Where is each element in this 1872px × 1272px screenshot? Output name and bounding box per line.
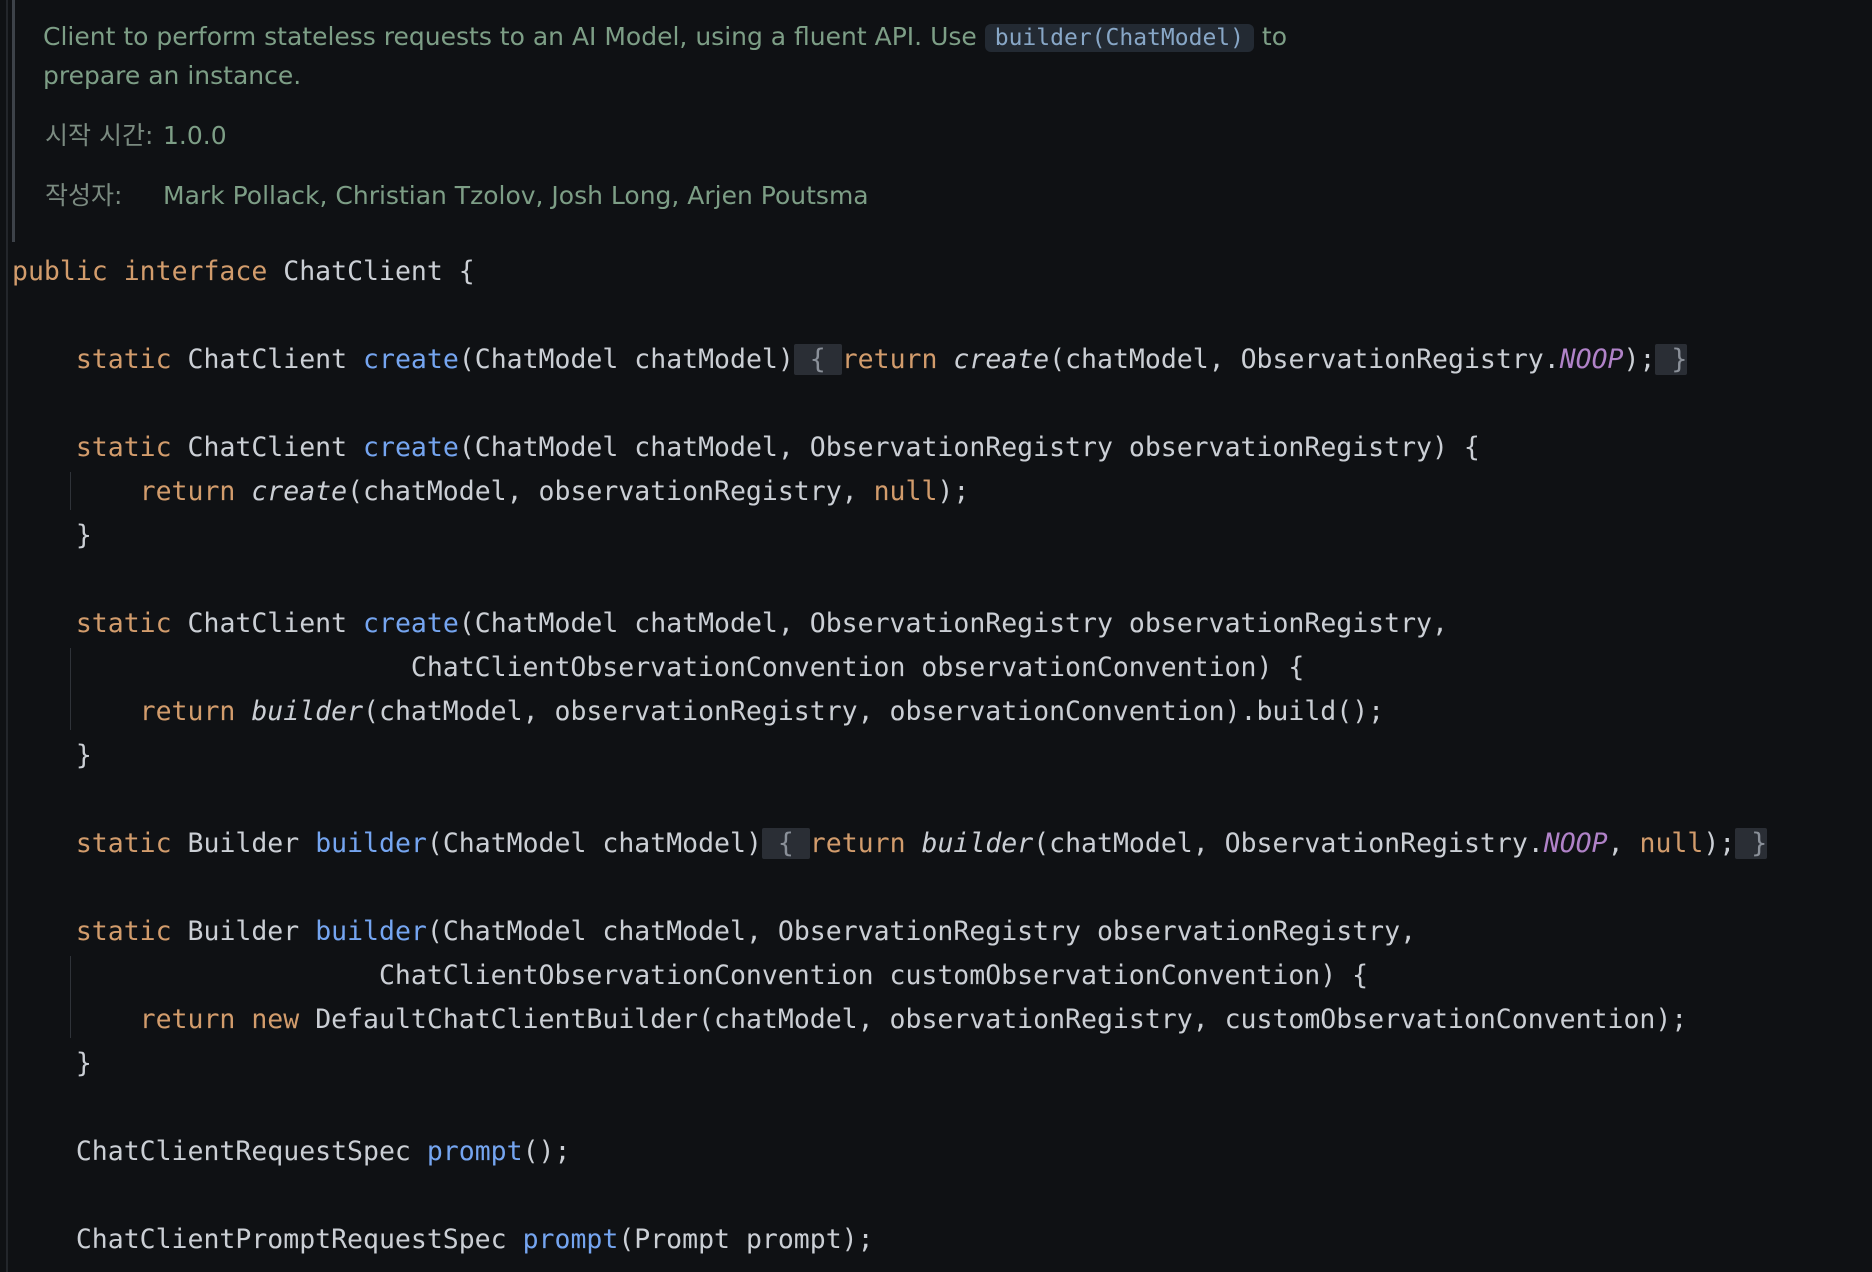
type-name: Builder	[187, 828, 300, 859]
params: (ChatModel chatModel)	[458, 344, 794, 375]
javadoc-since-row: 시작 시간: 1.0.0	[45, 116, 227, 152]
kw-static: static	[75, 344, 172, 375]
method-name: prompt	[522, 1224, 619, 1255]
kw-new: new	[251, 1004, 300, 1035]
type-name: ChatClient	[187, 608, 348, 639]
code-line-7[interactable]: ChatClientObservationConvention observat…	[12, 648, 1304, 688]
method-name: builder	[315, 916, 427, 947]
author-label: 작성자:	[45, 181, 123, 210]
kw-return: return	[139, 696, 236, 727]
code-line-2[interactable]: static ChatClient create(ChatModel chatM…	[12, 340, 1688, 380]
args: (chatModel, observationRegistry,	[347, 476, 874, 507]
code-line-16[interactable]: ChatClientPromptRequestSpec prompt(Promp…	[12, 1220, 874, 1260]
code-line-3[interactable]: static ChatClient create(ChatModel chatM…	[12, 428, 1480, 468]
method-name: create	[363, 432, 459, 463]
code-line-5[interactable]: }	[12, 516, 92, 556]
javadoc-desc-text: Client to perform stateless requests to …	[43, 22, 985, 51]
javadoc-author-row: 작성자: Mark Pollack, Christian Tzolov, Josh…	[45, 176, 869, 212]
args: (chatModel, ObservationRegistry.	[1033, 828, 1544, 859]
javadoc-link-builder[interactable]: builder(ChatModel)	[984, 24, 1254, 52]
author-value: Mark Pollack, Christian Tzolov, Josh Lon…	[163, 181, 869, 210]
args-sep: ,	[1607, 828, 1640, 859]
call-name: builder	[251, 696, 364, 727]
params: (ChatModel chatModel, ObservationRegistr…	[426, 916, 1417, 947]
fold-close[interactable]: }	[1655, 344, 1688, 375]
kw-static: static	[75, 432, 172, 463]
kw-return: return	[841, 344, 938, 375]
const-noop: NOOP	[1559, 344, 1624, 375]
brace-close: }	[75, 1048, 92, 1079]
type-name: ChatClientRequestSpec	[75, 1136, 411, 1167]
kw-interface: interface	[123, 256, 268, 287]
params: (ChatModel chatModel, ObservationRegistr…	[458, 432, 1480, 463]
kw-static: static	[75, 608, 172, 639]
code-line-10[interactable]: static Builder builder(ChatModel chatMod…	[12, 824, 1768, 864]
kw-return: return	[809, 828, 906, 859]
type-name: ChatClientPromptRequestSpec	[75, 1224, 507, 1255]
code-line-9[interactable]: }	[12, 736, 92, 776]
code-line-15[interactable]: ChatClientRequestSpec prompt();	[12, 1132, 571, 1172]
args: (chatModel, observationRegistry, observa…	[363, 696, 1385, 727]
brace-close: }	[75, 740, 92, 771]
code-line-13[interactable]: return new DefaultChatClientBuilder(chat…	[12, 1000, 1688, 1040]
code-line-14[interactable]: }	[12, 1044, 92, 1084]
javadoc-description: Client to perform stateless requests to …	[43, 18, 1343, 95]
args: (chatModel, ObservationRegistry.	[1049, 344, 1560, 375]
params: ();	[522, 1136, 571, 1167]
brace-close: }	[75, 520, 92, 551]
since-label: 시작 시간:	[45, 121, 154, 150]
code-line-4[interactable]: return create(chatModel, observationRegi…	[12, 472, 970, 512]
kw-null: null	[1639, 828, 1704, 859]
kw-static: static	[75, 916, 172, 947]
call-name: create	[953, 344, 1050, 375]
kw-static: static	[75, 828, 172, 859]
const-noop: NOOP	[1543, 828, 1608, 859]
editor-gutter-line	[6, 0, 8, 1272]
method-name: create	[363, 344, 459, 375]
call-name: create	[251, 476, 348, 507]
code-line-11[interactable]: static Builder builder(ChatModel chatMod…	[12, 912, 1416, 952]
type-name: ChatClient	[187, 432, 348, 463]
code-line-12[interactable]: ChatClientObservationConvention customOb…	[12, 956, 1368, 996]
args-end: );	[1703, 828, 1736, 859]
fold-open[interactable]: {	[761, 828, 810, 859]
args-end: );	[1623, 344, 1656, 375]
code-line-1[interactable]: public interface ChatClient {	[12, 252, 475, 292]
kw-return: return	[139, 476, 236, 507]
method-name: create	[363, 608, 459, 639]
params-continued: ChatClientObservationConvention observat…	[410, 652, 1305, 683]
kw-public: public	[12, 256, 108, 287]
constructor-call: DefaultChatClientBuilder(chatModel, obse…	[315, 1004, 1688, 1035]
fold-close[interactable]: }	[1735, 828, 1768, 859]
type-name: Builder	[187, 916, 300, 947]
params: (ChatModel chatModel, ObservationRegistr…	[458, 608, 1448, 639]
since-value: 1.0.0	[163, 121, 227, 150]
params-continued: ChatClientObservationConvention customOb…	[378, 960, 1369, 991]
javadoc-panel: Client to perform stateless requests to …	[12, 0, 1415, 242]
interface-name: ChatClient {	[283, 256, 475, 287]
args-end: );	[937, 476, 970, 507]
call-name: builder	[921, 828, 1034, 859]
code-line-8[interactable]: return builder(chatModel, observationReg…	[12, 692, 1384, 732]
kw-return: return	[139, 1004, 236, 1035]
type-name: ChatClient	[187, 344, 348, 375]
method-name: builder	[315, 828, 427, 859]
kw-null: null	[873, 476, 938, 507]
fold-open[interactable]: {	[793, 344, 842, 375]
params: (ChatModel chatModel)	[426, 828, 762, 859]
method-name: prompt	[426, 1136, 523, 1167]
params: (Prompt prompt);	[618, 1224, 874, 1255]
code-line-6[interactable]: static ChatClient create(ChatModel chatM…	[12, 604, 1448, 644]
